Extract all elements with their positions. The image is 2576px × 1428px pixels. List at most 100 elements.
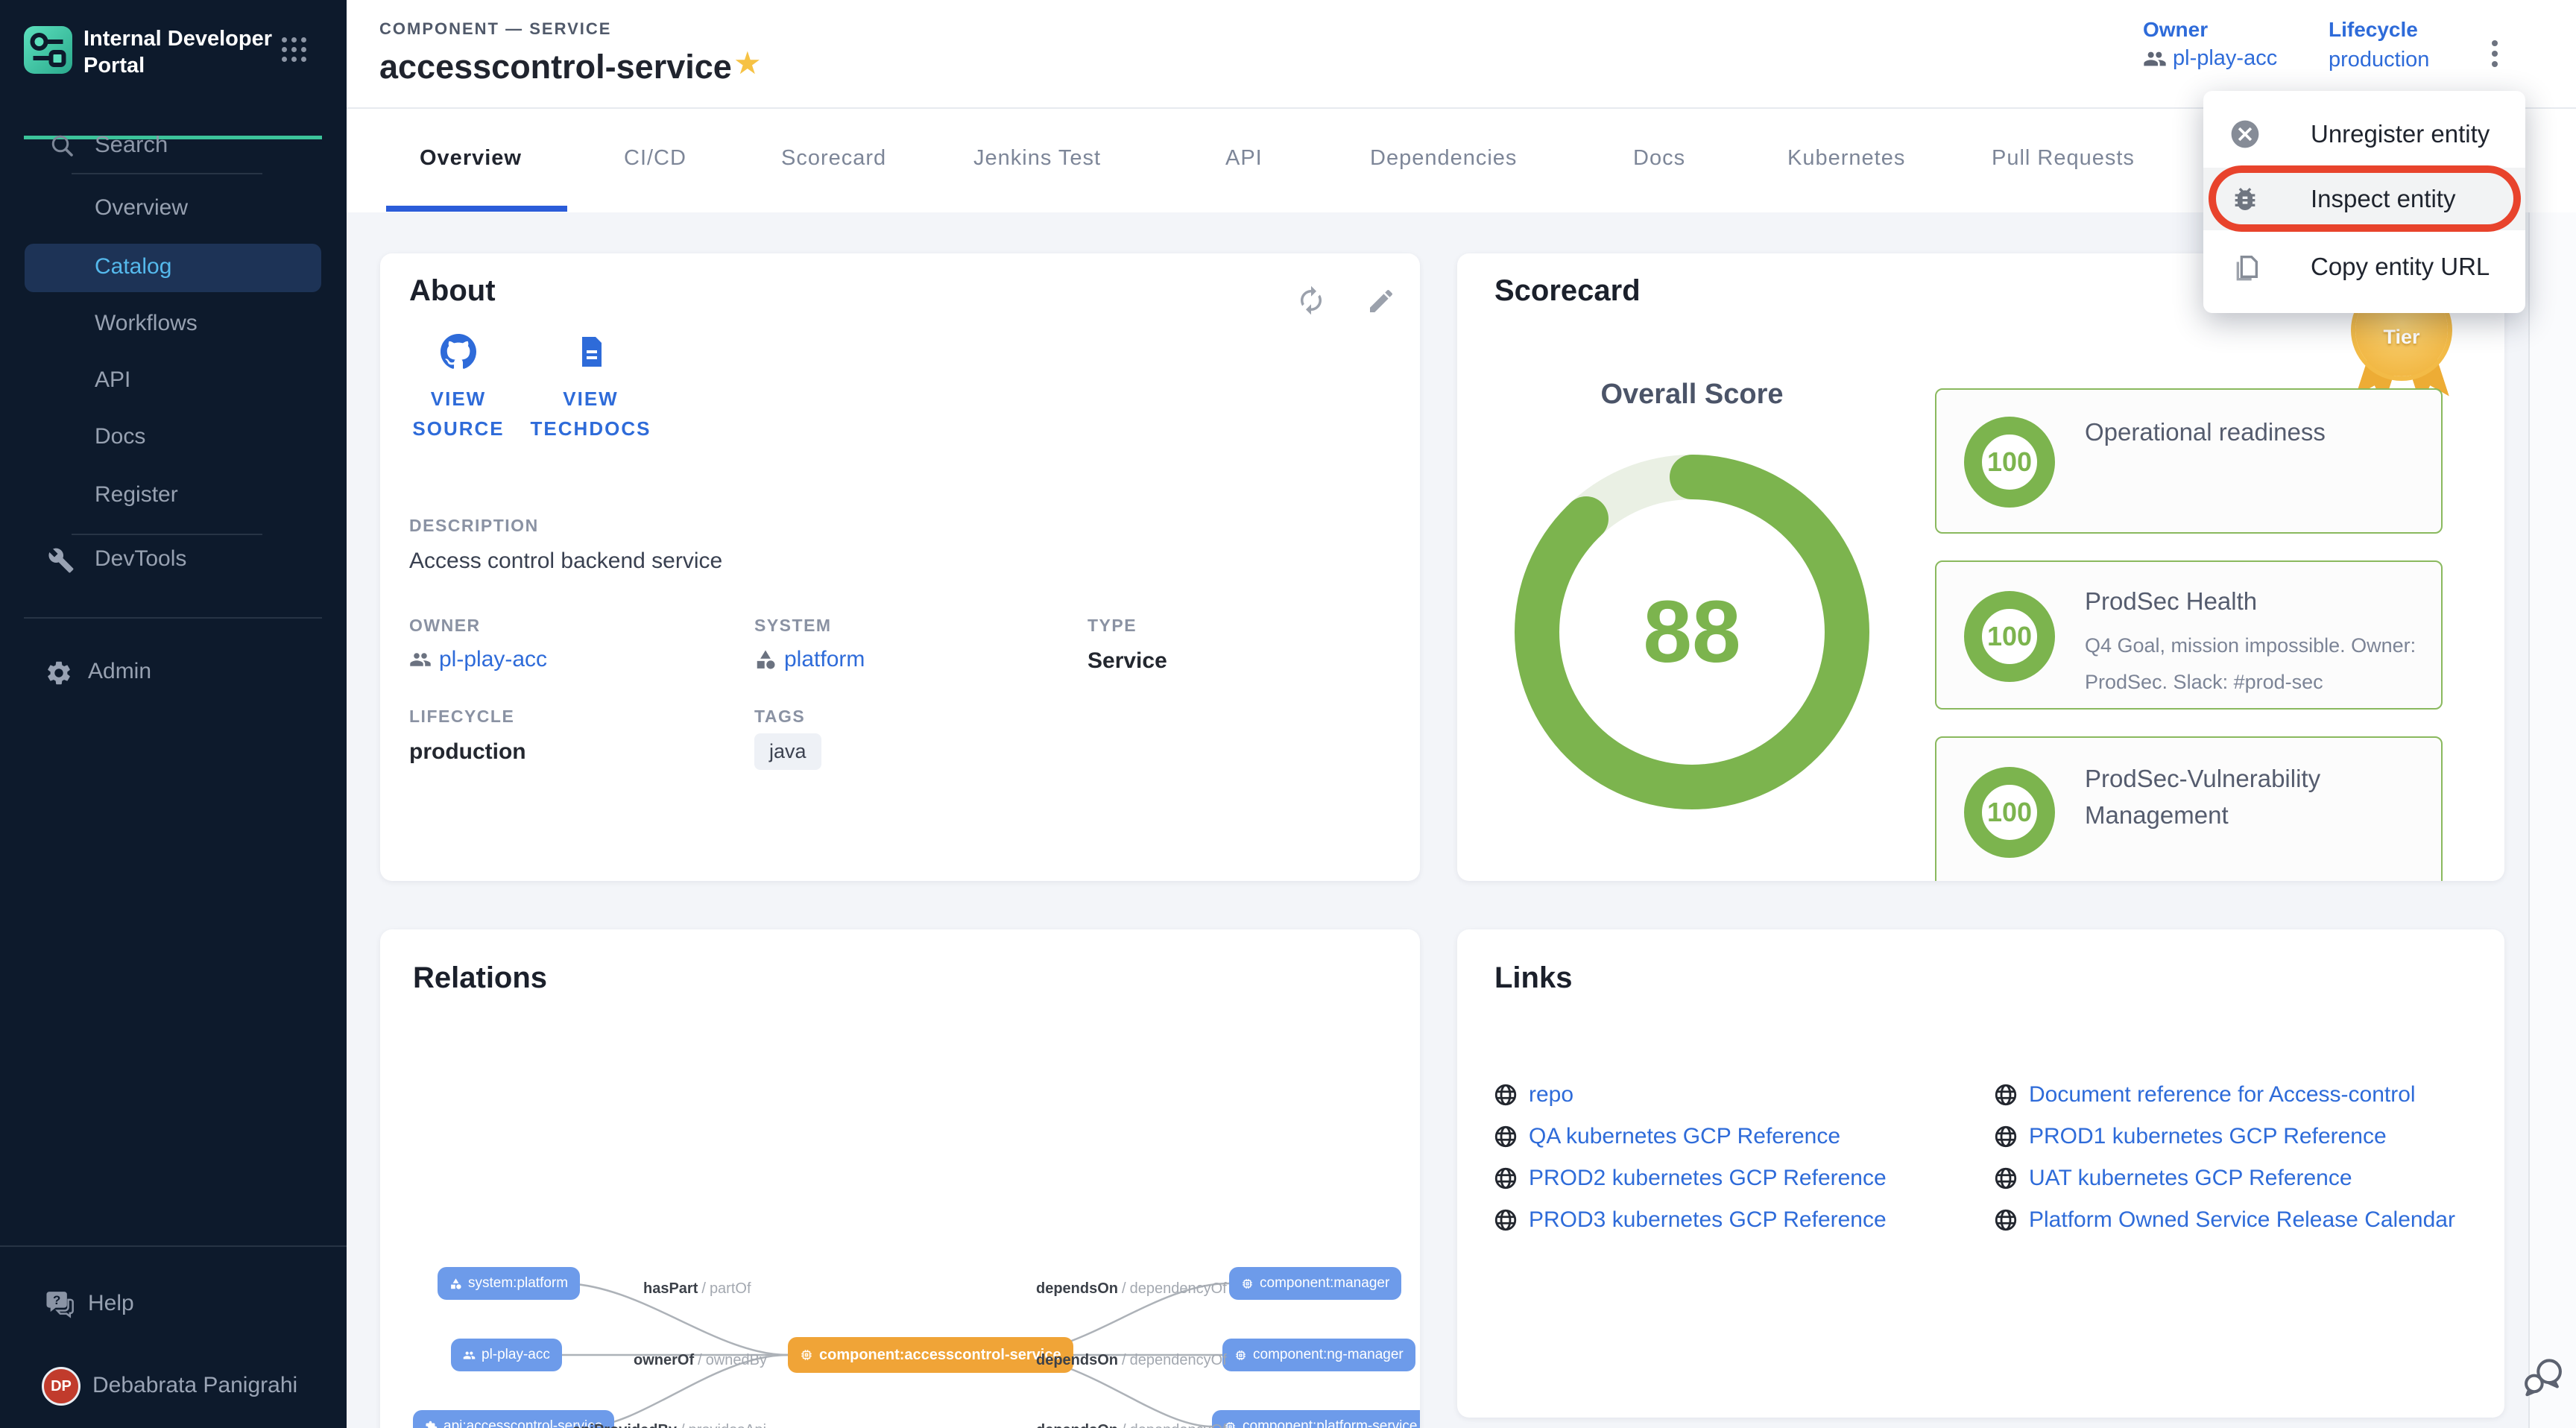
graph-node-owner-group[interactable]: pl-play-acc	[451, 1339, 562, 1371]
menu-item-copy-url[interactable]: Copy entity URL	[2203, 243, 2525, 291]
tab-scorecard[interactable]: Scorecard	[781, 146, 886, 171]
check-subtitle: Q4 Goal, mission impossible. Owner: Prod…	[2085, 628, 2443, 701]
favorite-star-icon[interactable]: ★	[733, 45, 762, 81]
graph-node-system[interactable]: system:platform	[438, 1267, 580, 1300]
edge-separator: /	[701, 1280, 706, 1297]
tab-kubernetes[interactable]: Kubernetes	[1787, 146, 1905, 171]
relations-title: Relations	[413, 961, 547, 995]
system-field-value: platform	[754, 647, 865, 672]
overall-score-label: Overall Score	[1595, 379, 1789, 411]
graph-node-center[interactable]: component:accesscontrol-service	[788, 1337, 1073, 1373]
scorecard-check-card[interactable]: 100 Operational readiness	[1935, 388, 2443, 534]
refresh-icon[interactable]	[1295, 285, 1327, 316]
link-item[interactable]: PROD1 kubernetes GCP Reference	[1993, 1124, 2387, 1149]
edge-inverse: dependencyOf	[1130, 1352, 1227, 1368]
link-item[interactable]: Document reference for Access-control	[1993, 1082, 2416, 1108]
link-item[interactable]: QA kubernetes GCP Reference	[1493, 1124, 1840, 1149]
sidebar-item-devtools[interactable]: DevTools	[0, 541, 347, 584]
sidebar-item-api[interactable]: API	[95, 367, 130, 393]
view-source-label: VIEW SOURCE	[402, 384, 514, 443]
owner-field-value: pl-play-acc	[409, 647, 547, 672]
link-item[interactable]: PROD3 kubernetes GCP Reference	[1493, 1207, 1887, 1233]
graph-node-manager[interactable]: component:manager	[1229, 1267, 1401, 1300]
check-score-ring: 100	[1964, 417, 2055, 508]
lifecycle-field-label: LIFECYCLE	[409, 707, 514, 727]
apps-grid-icon[interactable]	[282, 37, 306, 62]
edge-separator: /	[1122, 1280, 1126, 1297]
edit-pencil-icon[interactable]	[1366, 286, 1396, 316]
group-icon	[463, 1349, 476, 1362]
cancel-icon	[2229, 118, 2261, 151]
sidebar-item-overview[interactable]: Overview	[95, 195, 188, 221]
globe-icon	[1493, 1082, 1518, 1108]
graph-node-ng-manager[interactable]: component:ng-manager	[1222, 1339, 1415, 1371]
link-item[interactable]: repo	[1493, 1082, 1573, 1108]
tab-overview[interactable]: Overview	[420, 146, 522, 171]
system-icon	[754, 648, 777, 671]
link-item[interactable]: Platform Owned Service Release Calendar	[1993, 1207, 2455, 1233]
links-card: Links repo QA kubernetes GCP Reference P…	[1457, 929, 2504, 1418]
tab-pull-requests[interactable]: Pull Requests	[1992, 146, 2135, 171]
sidebar-item-admin[interactable]: Admin	[0, 653, 347, 696]
owner-field-label: OWNER	[409, 616, 481, 636]
tag-chip[interactable]: java	[754, 733, 821, 770]
graph-node-label: component:platform-service	[1243, 1418, 1417, 1428]
sidebar-search[interactable]: Search	[0, 125, 347, 170]
graph-node-platform-service[interactable]: component:platform-service	[1212, 1410, 1420, 1428]
links-title: Links	[1494, 961, 1572, 995]
edge-inverse: ownedBy	[706, 1352, 767, 1368]
edge-label: apiProvidedBy/providesApi	[572, 1422, 766, 1428]
system-field-link[interactable]: platform	[784, 647, 865, 672]
link-item[interactable]: UAT kubernetes GCP Reference	[1993, 1166, 2352, 1191]
sidebar-item-help[interactable]: ? Help	[0, 1285, 347, 1328]
edge-separator: /	[1122, 1352, 1126, 1368]
edge-relation: hasPart	[643, 1280, 698, 1297]
svg-text:?: ?	[53, 1293, 60, 1307]
scorecard-check-card[interactable]: 100 ProdSec Health Q4 Goal, mission impo…	[1935, 560, 2443, 710]
app-logo[interactable]	[24, 26, 72, 74]
user-profile[interactable]: DP Debabrata Panigrahi	[0, 1361, 347, 1413]
check-score-ring: 100	[1964, 591, 2055, 682]
sidebar-item-docs[interactable]: Docs	[95, 424, 145, 449]
edge-inverse: dependencyOf	[1130, 1422, 1227, 1428]
tab-docs[interactable]: Docs	[1633, 146, 1685, 171]
edge-separator: /	[681, 1422, 685, 1428]
group-icon	[409, 648, 432, 671]
sidebar-item-register[interactable]: Register	[95, 482, 178, 508]
owner-field-link[interactable]: pl-play-acc	[439, 647, 547, 672]
edge-label: dependsOn/dependencyOf	[1036, 1352, 1227, 1369]
graph-node-label: component:ng-manager	[1253, 1347, 1404, 1363]
edge-label: hasPart/partOf	[643, 1280, 751, 1298]
tab-api[interactable]: API	[1225, 146, 1263, 171]
active-tab-indicator	[386, 206, 567, 212]
owner-block: Owner pl-play-acc	[2143, 18, 2277, 71]
system-field-label: SYSTEM	[754, 616, 832, 636]
link-item[interactable]: PROD2 kubernetes GCP Reference	[1493, 1166, 1887, 1191]
sidebar-item-workflows[interactable]: Workflows	[95, 311, 198, 336]
edge-relation: dependsOn	[1036, 1280, 1118, 1297]
scorecard-check-card[interactable]: 100 ProdSec-Vulnerability Management	[1935, 736, 2443, 881]
link-label: PROD1 kubernetes GCP Reference	[2029, 1124, 2387, 1149]
link-label: Platform Owned Service Release Calendar	[2029, 1207, 2455, 1233]
tab-dependencies[interactable]: Dependencies	[1370, 146, 1517, 171]
devtools-label: DevTools	[95, 546, 186, 572]
edge-label: dependsOn/dependencyOf	[1036, 1422, 1227, 1428]
view-techdocs-label: VIEW TECHDOCS	[529, 384, 652, 443]
chat-bubbles-icon[interactable]	[2521, 1353, 2566, 1400]
owner-link[interactable]: pl-play-acc	[2173, 46, 2277, 71]
globe-icon	[1493, 1124, 1518, 1149]
logo-icon	[24, 26, 72, 74]
relations-graph-edges	[380, 1213, 1420, 1428]
globe-icon	[1493, 1166, 1518, 1191]
menu-item-unregister[interactable]: Unregister entity	[2203, 110, 2525, 158]
donut-hole: 88	[1559, 499, 1825, 765]
entity-menu-button[interactable]	[2484, 33, 2505, 75]
page-title: accesscontrol-service	[379, 48, 732, 86]
view-source-button[interactable]: VIEW SOURCE	[402, 334, 514, 443]
sidebar-item-catalog[interactable]: Catalog	[25, 244, 321, 292]
tab-cicd[interactable]: CI/CD	[624, 146, 686, 171]
lifecycle-field-value: production	[409, 739, 526, 765]
view-techdocs-button[interactable]: VIEW TECHDOCS	[529, 334, 652, 443]
tab-jenkins-test[interactable]: Jenkins Test	[973, 146, 1101, 171]
check-title: Operational readiness	[2085, 418, 2326, 446]
